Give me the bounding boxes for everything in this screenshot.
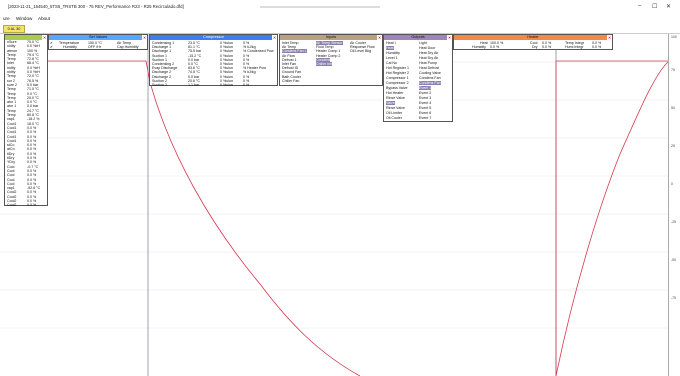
output-item[interactable]: Event 3 bbox=[419, 96, 431, 100]
axis-tick-label: -75 bbox=[671, 296, 677, 300]
check-icon[interactable]: ✔ bbox=[50, 45, 53, 49]
measurements-panel: ✕ nSure 70.0 °C nidity 0.0 %rH ateron 100 % Te… bbox=[4, 34, 48, 208]
heater-value: 0.0 % bbox=[592, 45, 602, 49]
output-item[interactable]: Event 4 bbox=[419, 101, 431, 105]
compressor-header: Compressor ✕ bbox=[150, 35, 277, 40]
heater-panel: Heater ✕ Heat 100.0 % Cool 0.0 % Temp In… bbox=[453, 34, 613, 50]
close-icon[interactable]: ✕ bbox=[272, 35, 277, 40]
output-item[interactable]: Compressor 1 bbox=[386, 76, 409, 80]
menu-item-ure[interactable]: ure bbox=[3, 16, 10, 21]
heater-value: 0.0 % bbox=[490, 45, 500, 49]
menu-item-about[interactable]: About bbox=[38, 16, 50, 21]
measurement-label: Cool2 bbox=[7, 203, 17, 208]
input-item[interactable]: Oil Level Bkg bbox=[350, 49, 371, 53]
axis-tick-label: 100 bbox=[671, 35, 677, 39]
output-item[interactable]: Heat Pump bbox=[419, 61, 437, 65]
outputs-panel: Outputs ✕ Heat I Heat Humidity Level 1 Cal N… bbox=[383, 34, 453, 122]
menu-bar: ure Window About bbox=[0, 14, 680, 23]
output-item[interactable]: Heat Dry Air bbox=[419, 51, 438, 55]
output-item[interactable]: Condens Fan bbox=[419, 76, 441, 80]
heater-header: Heater ✕ bbox=[454, 35, 612, 40]
compressor-cell: 1.1 bar bbox=[188, 83, 200, 87]
title-scroll-indicator bbox=[260, 6, 380, 8]
output-item[interactable]: Humidity bbox=[386, 51, 400, 55]
output-item[interactable]: Condens Fan bbox=[419, 81, 441, 85]
set-value-value[interactable]: OFF /Hr bbox=[88, 45, 101, 49]
output-item[interactable]: Heat I bbox=[386, 41, 396, 45]
input-item[interactable]: Chiller Inh bbox=[316, 62, 333, 66]
axis-tick-label: 75 bbox=[671, 68, 675, 72]
compressor-title: Compressor bbox=[203, 35, 224, 39]
output-item[interactable]: Event 5 bbox=[419, 106, 431, 110]
outputs-title: Outputs bbox=[411, 35, 425, 39]
set-value-label: Cap Humidity bbox=[117, 45, 139, 49]
menu-item-window[interactable]: Window bbox=[16, 16, 32, 21]
output-item[interactable]: Oil Cooler bbox=[386, 116, 402, 120]
output-item[interactable]: Cal No bbox=[386, 61, 397, 65]
curve-segment-2 bbox=[555, 61, 668, 376]
output-item[interactable]: Heat Door bbox=[419, 46, 435, 50]
axis-tick-label: -50 bbox=[671, 258, 677, 262]
window-title: [2023-11-21_154540_5TS6_TRSTB 300 - 75 R… bbox=[8, 4, 184, 9]
output-item[interactable]: Heat bbox=[386, 46, 394, 50]
output-item[interactable]: Level 1 bbox=[386, 56, 398, 60]
measurement-value: 0.0 % bbox=[27, 203, 37, 208]
set-values-header: Set Values ✕ bbox=[49, 35, 147, 40]
maximize-button[interactable]: ☐ bbox=[652, 3, 657, 10]
heater-value: 0.0 % bbox=[542, 45, 552, 49]
output-item[interactable]: Light bbox=[419, 41, 427, 45]
output-item[interactable]: Rinse Valve bbox=[386, 96, 405, 100]
output-item[interactable]: Oil Limiter bbox=[386, 111, 402, 115]
axis-tick-label: 50 bbox=[671, 106, 675, 110]
axis-tick-label: -25 bbox=[671, 220, 677, 224]
set-values-panel: Set Values ✕ ✔ Temperature 150.0 °C Air … bbox=[48, 34, 148, 50]
output-item[interactable]: Event 6 bbox=[419, 111, 431, 115]
output-item[interactable]: Event 1 bbox=[419, 86, 432, 90]
minimize-button[interactable]: – bbox=[638, 3, 641, 9]
compressor-cell: 0 %ulon bbox=[220, 83, 233, 87]
curve-segment-1 bbox=[46, 60, 361, 376]
set-value-name: Humidity bbox=[63, 45, 77, 49]
close-icon[interactable]: ✕ bbox=[142, 35, 147, 40]
output-item[interactable]: Compressor 2 bbox=[386, 81, 409, 85]
heater-label: Dry bbox=[532, 45, 538, 49]
measurement-row: Cool2 0.0 % bbox=[5, 203, 47, 207]
measurements-list: nSure 70.0 °C nidity 0.0 %rH ateron 100 % Temp… bbox=[5, 40, 47, 208]
heater-label: Humidity bbox=[472, 45, 486, 49]
output-item[interactable]: Heat Dry Air bbox=[419, 56, 438, 60]
compressor-panel: Compressor ✕ Condensing 1 23.5 °C 0 %ulon 0… bbox=[149, 34, 278, 87]
close-button[interactable]: ✕ bbox=[666, 3, 671, 10]
compressor-cell: Suction 2 bbox=[152, 83, 167, 87]
close-icon[interactable]: ✕ bbox=[377, 35, 382, 40]
outputs-header: Outputs ✕ bbox=[384, 35, 452, 40]
output-item[interactable]: Hot Register 1 bbox=[386, 66, 409, 70]
output-item[interactable]: Rinse Valve bbox=[386, 106, 405, 110]
compressor-cell: 0 % bbox=[243, 83, 250, 87]
output-item[interactable]: Bypass Valve bbox=[386, 86, 408, 90]
output-item[interactable]: Event 7 bbox=[419, 116, 431, 120]
input-item[interactable]: Chiller Fan bbox=[282, 79, 299, 83]
heater-label: Humi Integr bbox=[565, 45, 584, 49]
close-icon[interactable]: ✕ bbox=[607, 35, 612, 40]
chart-gridlines bbox=[0, 61, 668, 329]
output-item[interactable]: Cooling Valve bbox=[419, 71, 441, 75]
set-values-title: Set Values bbox=[88, 35, 108, 39]
close-icon[interactable]: ✕ bbox=[447, 35, 452, 40]
right-axis: 100 75 50 25 0 -25 -50 -75 bbox=[668, 34, 680, 376]
output-item[interactable]: Heat Defrost bbox=[419, 66, 439, 70]
toolbar: 0 AL 30 bbox=[0, 23, 680, 34]
output-item[interactable]: Hot Register 2 bbox=[386, 71, 409, 75]
axis-tick-label: 0 bbox=[671, 182, 673, 186]
axis-tick-label: 25 bbox=[671, 144, 675, 148]
output-item[interactable]: Event 2 bbox=[419, 91, 431, 95]
inputs-header: Inputs ✕ bbox=[280, 35, 382, 40]
output-item[interactable]: Valve bbox=[386, 101, 395, 105]
inputs-panel: Inputs ✕ Inlet Temp Air Temp Condens Fan 1… bbox=[279, 34, 383, 86]
inputs-title: Inputs bbox=[325, 35, 337, 39]
output-item[interactable]: Hot Heater bbox=[386, 91, 403, 95]
heater-title: Heater bbox=[527, 35, 539, 39]
title-bar: [2023-11-21_154540_5TS6_TRSTB 300 - 75 R… bbox=[0, 0, 680, 14]
toolbar-button[interactable]: 0 AL 30 bbox=[3, 25, 25, 33]
